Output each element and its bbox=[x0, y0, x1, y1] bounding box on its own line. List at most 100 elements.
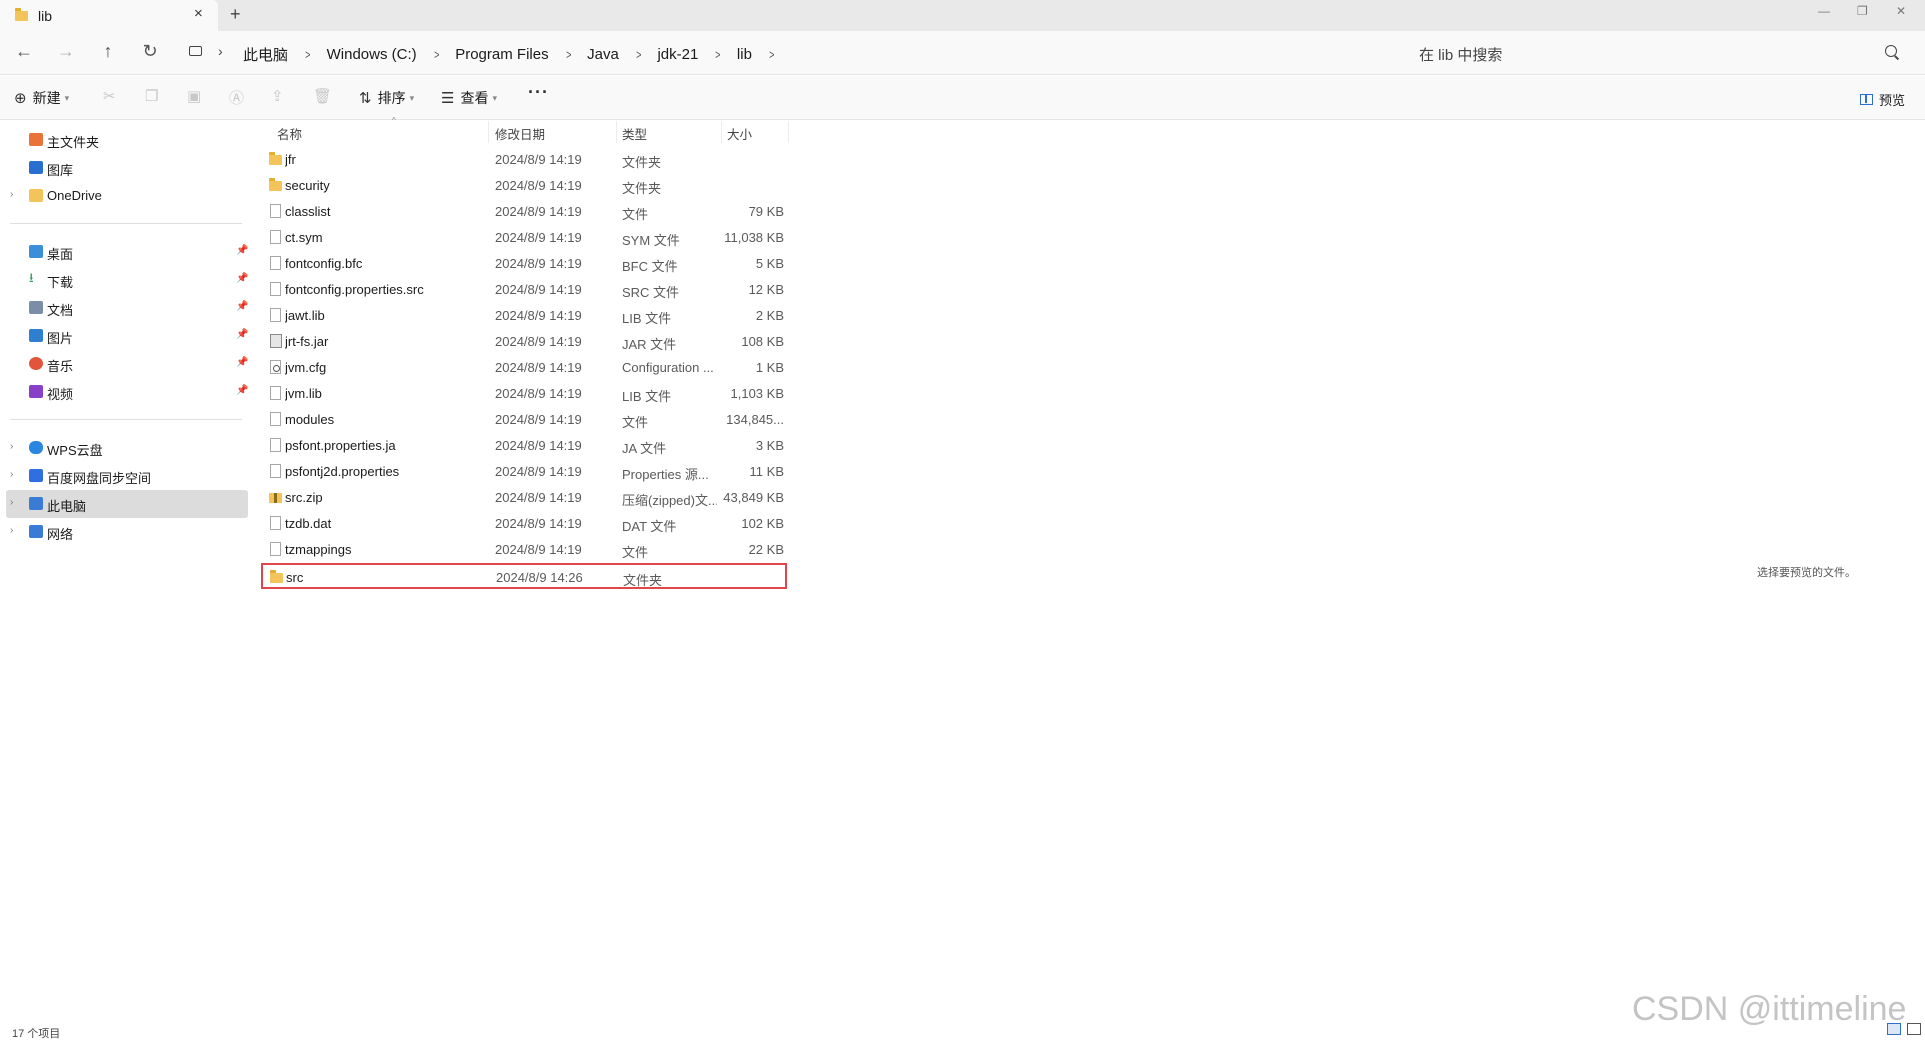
breadcrumb-item[interactable]: Windows (C:) bbox=[327, 46, 417, 63]
file-row[interactable]: fontconfig.properties.src 2024/8/9 14:19 S… bbox=[262, 277, 787, 303]
breadcrumb-item[interactable]: Program Files bbox=[455, 46, 548, 63]
breadcrumb-chevron-icon[interactable]: › bbox=[218, 43, 223, 59]
breadcrumb-item[interactable]: Java bbox=[587, 46, 619, 63]
chevron-right-icon[interactable]: › bbox=[10, 441, 13, 452]
file-row[interactable]: ct.sym 2024/8/9 14:19 SYM 文件 11,038 KB bbox=[262, 225, 787, 251]
file-row[interactable]: tzmappings 2024/8/9 14:19 文件 22 KB bbox=[262, 537, 787, 563]
cut-icon[interactable]: ✂ bbox=[103, 87, 116, 105]
sidebar-item-music[interactable]: 音乐 📌 bbox=[6, 350, 248, 378]
breadcrumb-item[interactable]: jdk-21 bbox=[657, 46, 698, 63]
sidebar-item-network[interactable]: › 网络 bbox=[6, 518, 248, 546]
chevron-right-icon[interactable]: › bbox=[10, 525, 13, 536]
view-button[interactable]: ☰ 查看 ▾ bbox=[441, 88, 497, 108]
breadcrumb-separator[interactable]: > bbox=[305, 47, 310, 62]
details-view-icon[interactable] bbox=[1887, 1023, 1901, 1035]
sidebar-item-pictures[interactable]: 图片 📌 bbox=[6, 322, 248, 350]
more-options-icon[interactable]: ··· bbox=[528, 82, 549, 103]
file-type: 文件夹 bbox=[622, 181, 662, 196]
chevron-right-icon[interactable]: › bbox=[10, 189, 13, 200]
file-date: 2024/8/9 14:19 bbox=[495, 282, 582, 297]
file-type: BFC 文件 bbox=[622, 259, 678, 274]
file-row[interactable]: psfont.properties.ja 2024/8/9 14:19 JA 文件 3… bbox=[262, 433, 787, 459]
file-row[interactable]: src.zip 2024/8/9 14:19 压缩(zipped)文... 43,84… bbox=[262, 485, 787, 511]
column-header-date[interactable]: 修改日期 bbox=[495, 121, 617, 143]
close-tab-icon[interactable]: × bbox=[194, 5, 203, 22]
sidebar-item-downloads[interactable]: ⭳ 下载 📌 bbox=[6, 266, 248, 294]
chevron-right-icon[interactable]: › bbox=[10, 497, 13, 508]
sidebar-item-desktop[interactable]: 桌面 📌 bbox=[6, 238, 248, 266]
copy-icon[interactable]: ❐ bbox=[145, 87, 158, 105]
preview-button[interactable]: 预览 bbox=[1860, 90, 1905, 109]
column-header-size[interactable]: 大小 bbox=[727, 121, 789, 143]
sort-button[interactable]: ⇅ 排序 ▾ bbox=[359, 88, 414, 108]
pc-monitor-icon[interactable] bbox=[189, 46, 202, 56]
file-name: classlist bbox=[285, 204, 331, 219]
file-name: jawt.lib bbox=[285, 308, 325, 323]
sidebar-item-videos[interactable]: 视频 📌 bbox=[6, 378, 248, 406]
file-icon bbox=[270, 464, 281, 478]
chevron-right-icon[interactable]: › bbox=[10, 469, 13, 480]
file-icon bbox=[270, 438, 281, 452]
sidebar-item-baidu-drive[interactable]: › 百度网盘同步空间 bbox=[6, 462, 248, 490]
file-row-highlighted[interactable]: src 2024/8/9 14:26 文件夹 bbox=[261, 563, 787, 589]
file-size: 102 KB bbox=[741, 516, 784, 531]
search-input[interactable]: 在 lib 中搜索 bbox=[1406, 39, 1911, 67]
breadcrumb-item[interactable]: 此电脑 bbox=[243, 44, 288, 65]
sidebar-item-wps-cloud[interactable]: › WPS云盘 bbox=[6, 434, 248, 462]
pin-icon[interactable]: 📌 bbox=[236, 329, 248, 340]
breadcrumb-separator[interactable]: > bbox=[566, 47, 571, 62]
file-row[interactable]: modules 2024/8/9 14:19 文件 134,845... bbox=[262, 407, 787, 433]
file-row[interactable]: psfontj2d.properties 2024/8/9 14:19 Proper… bbox=[262, 459, 787, 485]
up-icon[interactable]: ↑ bbox=[96, 41, 120, 62]
breadcrumb-item[interactable]: lib bbox=[737, 46, 752, 63]
breadcrumb-separator[interactable]: > bbox=[434, 47, 439, 62]
command-bar: ⊕ 新建 ▾ ✂ ❐ ▣ Ⓐ ⇪ 🗑 ⇅ 排序 ▾ ☰ 查看 ▾ ··· 预览 bbox=[0, 76, 1925, 120]
tab-lib[interactable]: lib × bbox=[0, 0, 218, 31]
file-type: 文件夹 bbox=[623, 573, 663, 588]
tiles-view-icon[interactable] bbox=[1907, 1023, 1921, 1035]
sidebar-item-label: 音乐 bbox=[47, 359, 74, 374]
new-button[interactable]: ⊕ 新建 ▾ bbox=[14, 88, 69, 108]
sidebar-item-documents[interactable]: 文档 📌 bbox=[6, 294, 248, 322]
column-header-type[interactable]: 类型 bbox=[622, 121, 722, 143]
breadcrumb-separator[interactable]: > bbox=[636, 47, 641, 62]
share-icon[interactable]: ⇪ bbox=[271, 87, 284, 105]
minimize-icon[interactable]: — bbox=[1818, 4, 1830, 18]
search-icon[interactable] bbox=[1885, 45, 1897, 57]
file-row[interactable]: jvm.cfg 2024/8/9 14:19 Configuration ... 1 … bbox=[262, 355, 787, 381]
back-icon[interactable]: ← bbox=[12, 41, 36, 62]
breadcrumb-separator[interactable]: > bbox=[715, 47, 720, 62]
file-icon bbox=[270, 282, 281, 296]
pin-icon[interactable]: 📌 bbox=[236, 385, 248, 396]
file-row[interactable]: classlist 2024/8/9 14:19 文件 79 KB bbox=[262, 199, 787, 225]
column-header-name[interactable]: 名称 ^ bbox=[277, 116, 489, 143]
pin-icon[interactable]: 📌 bbox=[236, 273, 248, 284]
restore-icon[interactable]: ❐ bbox=[1857, 4, 1868, 18]
file-row[interactable]: tzdb.dat 2024/8/9 14:19 DAT 文件 102 KB bbox=[262, 511, 787, 537]
sidebar-item-this-pc[interactable]: › 此电脑 bbox=[6, 490, 248, 518]
sidebar-item-home[interactable]: 主文件夹 bbox=[6, 126, 248, 154]
rename-icon[interactable]: Ⓐ bbox=[229, 87, 244, 108]
file-row[interactable]: jfr 2024/8/9 14:19 文件夹 bbox=[262, 147, 787, 173]
file-row[interactable]: jawt.lib 2024/8/9 14:19 LIB 文件 2 KB bbox=[262, 303, 787, 329]
file-row[interactable]: jvm.lib 2024/8/9 14:19 LIB 文件 1,103 KB bbox=[262, 381, 787, 407]
file-row[interactable]: jrt-fs.jar 2024/8/9 14:19 JAR 文件 108 KB bbox=[262, 329, 787, 355]
forward-icon[interactable]: → bbox=[54, 41, 78, 62]
file-type: Configuration ... bbox=[622, 360, 714, 375]
paste-icon[interactable]: ▣ bbox=[187, 87, 201, 105]
breadcrumb-separator[interactable]: > bbox=[769, 47, 774, 62]
close-window-icon[interactable]: ✕ bbox=[1896, 4, 1906, 18]
pin-icon[interactable]: 📌 bbox=[236, 245, 248, 256]
chevron-down-icon: ▾ bbox=[64, 92, 70, 103]
file-row[interactable]: security 2024/8/9 14:19 文件夹 bbox=[262, 173, 787, 199]
sidebar-item-gallery[interactable]: 图库 bbox=[6, 154, 248, 182]
pin-icon[interactable]: 📌 bbox=[236, 301, 248, 312]
sidebar-item-onedrive[interactable]: › OneDrive bbox=[6, 182, 248, 210]
delete-icon[interactable]: 🗑 bbox=[313, 87, 332, 105]
file-icon bbox=[270, 516, 281, 530]
preview-pane-message: 选择要预览的文件。 bbox=[1757, 567, 1856, 579]
refresh-icon[interactable]: ↻ bbox=[138, 41, 162, 62]
file-row[interactable]: fontconfig.bfc 2024/8/9 14:19 BFC 文件 5 KB bbox=[262, 251, 787, 277]
pin-icon[interactable]: 📌 bbox=[236, 357, 248, 368]
new-tab-button[interactable]: + bbox=[230, 4, 241, 25]
